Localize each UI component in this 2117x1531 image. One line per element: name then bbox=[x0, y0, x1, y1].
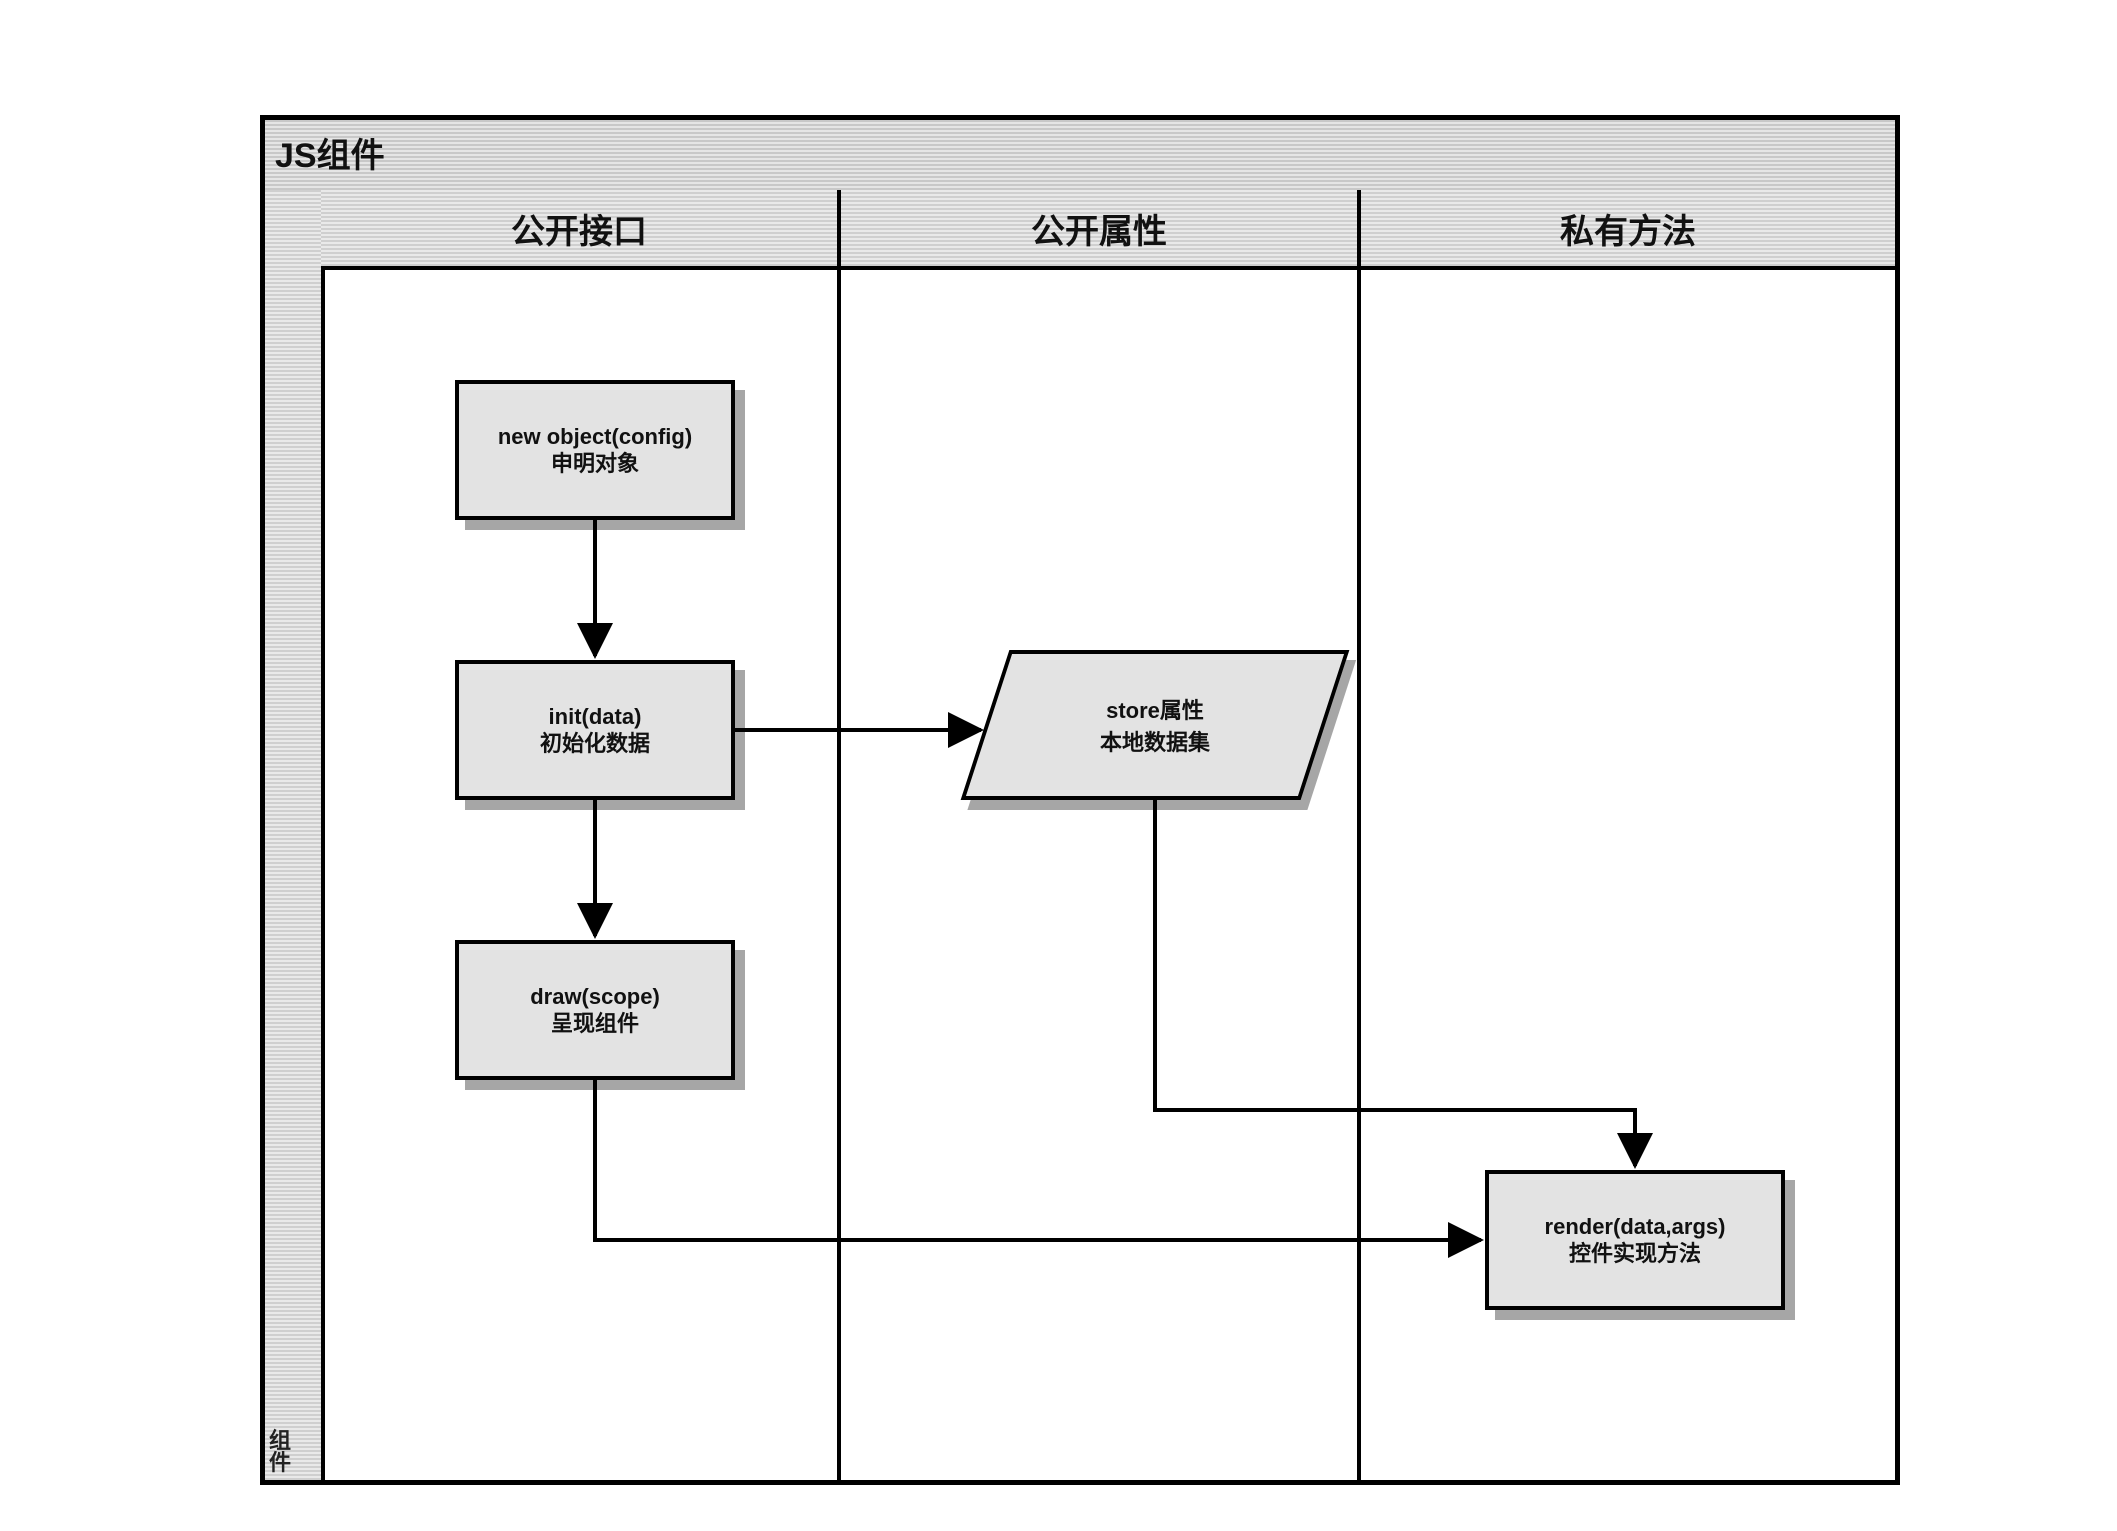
node-store: store属性 本地数据集 bbox=[985, 650, 1325, 800]
node-sublabel: 呈现组件 bbox=[551, 1010, 639, 1038]
lane-header-public-property: 公开属性 bbox=[841, 190, 1361, 270]
node-sublabel: 初始化数据 bbox=[540, 730, 650, 758]
edge-store-render bbox=[1155, 800, 1635, 1166]
node-label: draw(scope) bbox=[530, 983, 660, 1011]
node-draw: draw(scope) 呈现组件 bbox=[455, 940, 735, 1080]
node-text: store属性 本地数据集 bbox=[985, 650, 1325, 800]
node-label: new object(config) bbox=[498, 423, 692, 451]
swimlane-diagram: JS组件 组 件 公开接口 公开属性 私有方法 new object(confi… bbox=[260, 115, 1900, 1485]
node-sublabel: 申明对象 bbox=[551, 450, 639, 478]
diagram-title: JS组件 bbox=[275, 128, 385, 177]
node-sublabel: 控件实现方法 bbox=[1569, 1240, 1701, 1268]
lane-separator-2 bbox=[1357, 270, 1361, 1480]
diagram-side-strip: 组 件 bbox=[265, 190, 325, 1480]
node-init: init(data) 初始化数据 bbox=[455, 660, 735, 800]
lane-header-public-interface: 公开接口 bbox=[321, 190, 841, 270]
edge-draw-render bbox=[595, 1080, 1481, 1240]
node-render: render(data,args) 控件实现方法 bbox=[1485, 1170, 1785, 1310]
node-new-object: new object(config) 申明对象 bbox=[455, 380, 735, 520]
node-sublabel: 本地数据集 bbox=[1100, 725, 1210, 757]
node-label: render(data,args) bbox=[1545, 1213, 1726, 1241]
diagram-title-bar: JS组件 bbox=[265, 120, 1895, 194]
lane-header-private-method: 私有方法 bbox=[1361, 190, 1895, 270]
lane-separator-1 bbox=[837, 270, 841, 1480]
diagram-side-label: 组 件 bbox=[269, 1430, 317, 1474]
node-label: init(data) bbox=[549, 703, 642, 731]
node-label: store属性 bbox=[1106, 693, 1204, 725]
